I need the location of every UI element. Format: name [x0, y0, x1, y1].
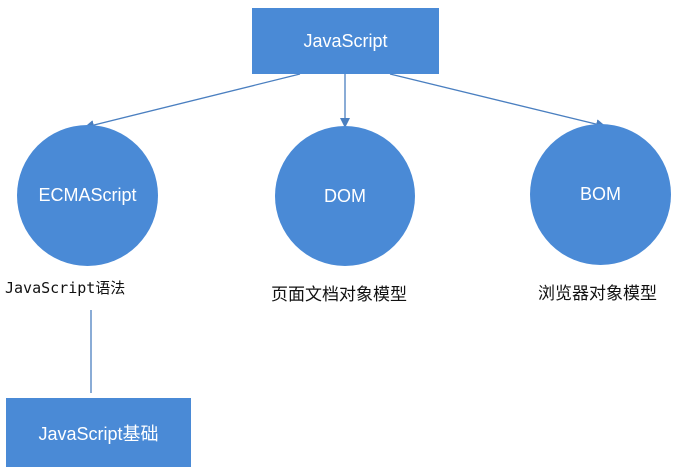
bom-caption: 浏览器对象模型 — [538, 284, 657, 304]
dom-caption: 页面文档对象模型 — [271, 285, 407, 305]
diagram-canvas: JavaScript ECMAScript DOM BOM JavaScript… — [0, 0, 685, 473]
basics-node: JavaScript基础 — [6, 398, 191, 467]
dom-node-label: DOM — [324, 185, 366, 206]
bom-node: BOM — [530, 124, 671, 265]
dom-node: DOM — [275, 126, 415, 266]
arrow-root-to-bom — [389, 73, 606, 129]
root-node: JavaScript — [252, 8, 439, 74]
basics-node-label: JavaScript基础 — [38, 423, 159, 444]
arrow-root-to-ecmascript — [84, 73, 301, 130]
ecmascript-node: ECMAScript — [17, 125, 158, 266]
bom-node-label: BOM — [579, 184, 621, 204]
ecmascript-caption: JavaScript语法 — [5, 279, 126, 297]
root-node-label: JavaScript — [303, 30, 388, 51]
ecmascript-node-label: ECMAScript — [38, 185, 137, 205]
